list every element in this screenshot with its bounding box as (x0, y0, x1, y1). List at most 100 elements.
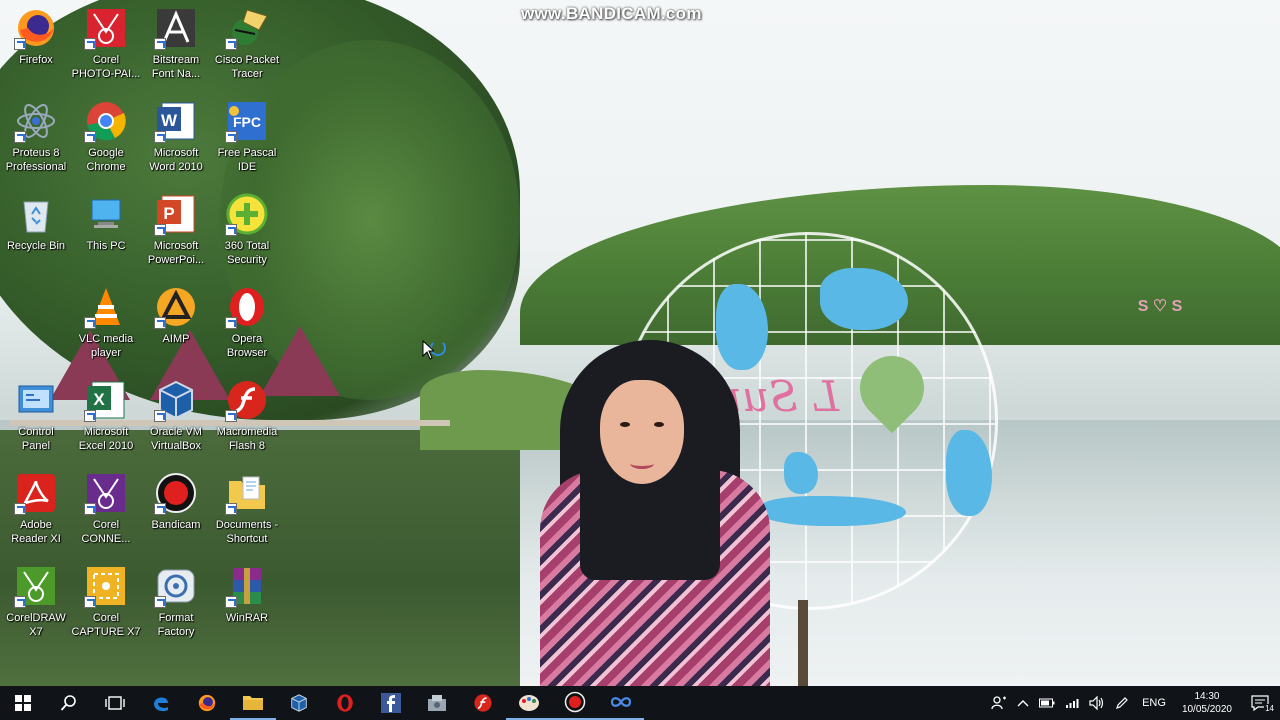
free-pascal-icon: FPC (225, 99, 269, 143)
chrome-icon (84, 99, 128, 143)
task-view-icon (105, 695, 125, 711)
shortcut-arrow-icon (154, 503, 166, 515)
shortcut-arrow-icon (225, 596, 237, 608)
adobe-reader-icon (14, 471, 58, 515)
app-icon (426, 693, 448, 713)
desktop-icon-proteus[interactable]: Proteus 8 Professional (1, 97, 71, 183)
desktop-icon-documents-shortcut[interactable]: Documents - Shortcut (212, 469, 282, 555)
excel-icon: X (84, 378, 128, 422)
desktop-icon-corel-capture[interactable]: Corel CAPTURE X7 (71, 562, 141, 648)
desktop-icon-virtualbox[interactable]: Oracle VM VirtualBox (141, 376, 211, 462)
shortcut-arrow-icon (154, 131, 166, 143)
shortcut-arrow-icon (154, 317, 166, 329)
taskbar-bandicam-button[interactable] (552, 686, 598, 720)
desktop-icon-word[interactable]: W Microsoft Word 2010 (141, 97, 211, 183)
desktop-icon-bitstream-font[interactable]: Bitstream Font Na... (141, 4, 211, 90)
360-security-icon (225, 192, 269, 236)
desktop-icon-adobe-reader[interactable]: Adobe Reader XI (1, 469, 71, 555)
aimp-icon (154, 285, 198, 329)
desktop-icon-coreldraw[interactable]: CorelDRAW X7 (1, 562, 71, 648)
desktop-icon-control-panel[interactable]: Control Panel (1, 376, 71, 462)
desktop-icon-this-pc[interactable]: This PC (71, 190, 141, 276)
format-factory-icon (154, 564, 198, 608)
infinity-icon (610, 695, 632, 709)
desktop-icon-corel-photopaint[interactable]: Corel PHOTO-PAI... (71, 4, 141, 90)
shortcut-arrow-icon (225, 224, 237, 236)
show-hidden-icons-chevron-icon[interactable] (1012, 686, 1034, 720)
shortcut-arrow-icon (14, 38, 26, 50)
desktop-icon-free-pascal[interactable]: FPC Free Pascal IDE (212, 97, 282, 183)
desktop-icon-vlc[interactable]: VLC media player (71, 283, 141, 369)
network-icon[interactable] (1060, 686, 1084, 720)
action-center-button[interactable]: 14 (1240, 686, 1280, 720)
battery-icon[interactable] (1034, 686, 1060, 720)
desktop-icon-opera[interactable]: Opera Browser (212, 283, 282, 369)
desktop-icon-label: Documents - Shortcut (215, 519, 279, 545)
wallpaper-person (540, 340, 770, 686)
taskbar-opera-button[interactable] (322, 686, 368, 720)
desktop-icon-label: Macromedia Flash 8 (216, 426, 278, 452)
taskbar-windows-start-button[interactable] (0, 686, 46, 720)
shortcut-arrow-icon (84, 596, 96, 608)
taskbar-search-button[interactable] (46, 686, 92, 720)
desktop-icon-powerpoint[interactable]: P Microsoft PowerPoi... (141, 190, 211, 276)
shortcut-arrow-icon (84, 317, 96, 329)
desktop-icon-corel-connect[interactable]: Corel CONNE... (71, 469, 141, 555)
shortcut-arrow-icon (14, 131, 26, 143)
desktop-icon-chrome[interactable]: Google Chrome (71, 97, 141, 183)
taskbar-paint-button[interactable] (506, 686, 552, 720)
windows-start-icon (15, 695, 31, 711)
desktop-icon-label: VLC media player (78, 333, 134, 359)
edge-icon (151, 693, 171, 713)
shortcut-arrow-icon (84, 38, 96, 50)
desktop-icon-label: Microsoft Word 2010 (149, 147, 203, 173)
shortcut-arrow-icon (154, 410, 166, 422)
shortcut-arrow-icon (14, 596, 26, 608)
svg-text:P: P (163, 204, 174, 223)
taskbar-task-view-button[interactable] (92, 686, 138, 720)
taskbar-infinity-button[interactable] (598, 686, 644, 720)
desktop-icon-label: Control Panel (18, 426, 54, 452)
desktop-icon-bandicam[interactable]: Bandicam (141, 469, 211, 555)
bandicam-icon (154, 471, 198, 515)
desktop-icon-excel[interactable]: X Microsoft Excel 2010 (71, 376, 141, 462)
desktop-icon-360-security[interactable]: 360 Total Security (212, 190, 282, 276)
clock-date: 10/05/2020 (1181, 704, 1232, 715)
desktop-icon-label: Adobe Reader XI (11, 519, 61, 545)
taskbar-flash-button[interactable] (460, 686, 506, 720)
desktop-icon-winrar[interactable]: WinRAR (212, 562, 282, 648)
clock[interactable]: 14:30 10/05/2020 (1174, 690, 1240, 716)
taskbar-edge-button[interactable] (138, 686, 184, 720)
desktop-icon-label: CorelDRAW X7 (6, 612, 66, 638)
desktop-icon-label: Firefox (19, 54, 53, 66)
desktop-icon-format-factory[interactable]: Format Factory (141, 562, 211, 648)
desktop-icon-firefox[interactable]: Firefox (1, 4, 71, 90)
desktop-icon-label: Corel PHOTO-PAI... (71, 54, 141, 80)
taskbar-firefox-button[interactable] (184, 686, 230, 720)
globe-pole (798, 600, 808, 686)
taskbar-virtualbox-button[interactable] (276, 686, 322, 720)
shortcut-arrow-icon (154, 596, 166, 608)
input-language-indicator[interactable]: ENG (1134, 697, 1174, 709)
desktop-icon-recycle-bin[interactable]: Recycle Bin (1, 190, 71, 276)
desktop-icon-label: Proteus 8 Professional (5, 147, 67, 173)
desktop-icon-label: Microsoft Excel 2010 (78, 426, 134, 452)
taskbar-app-button[interactable] (414, 686, 460, 720)
desktop-icon-label: Microsoft PowerPoi... (147, 240, 205, 266)
flash-icon (225, 378, 269, 422)
taskbar-facebook-button[interactable] (368, 686, 414, 720)
corel-photopaint-icon (84, 6, 128, 50)
volume-icon[interactable] (1084, 686, 1110, 720)
pen-workspace-icon[interactable] (1110, 686, 1134, 720)
desktop-icon-aimp[interactable]: AIMP (141, 283, 211, 369)
wallpaper-sign: S ♡ S (1137, 298, 1183, 315)
globe-map-shape (760, 496, 906, 526)
proteus-icon (14, 99, 58, 143)
desktop-icon-cisco-packet-tracer[interactable]: Cisco Packet Tracer (212, 4, 282, 90)
system-tray: ENG 14:30 10/05/2020 14 (986, 686, 1280, 720)
taskbar: ENG 14:30 10/05/2020 14 (0, 686, 1280, 720)
people-icon[interactable] (986, 686, 1012, 720)
desktop-icon-flash[interactable]: Macromedia Flash 8 (212, 376, 282, 462)
taskbar-file-explorer-button[interactable] (230, 686, 276, 720)
shortcut-arrow-icon (225, 38, 237, 50)
